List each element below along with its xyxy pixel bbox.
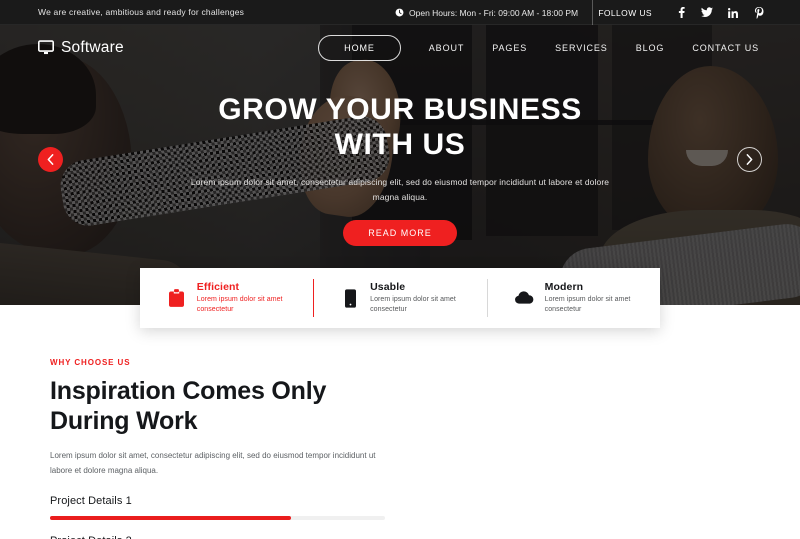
feature-cards-panel: Efficient Lorem ipsum dolor sit amet con… xyxy=(140,268,660,328)
section-eyebrow: WHY CHOOSE US xyxy=(50,358,131,367)
carousel-next-button[interactable] xyxy=(737,147,762,172)
heading-line1: Inspiration Comes Only xyxy=(50,377,327,405)
tagline-text: We are creative, ambitious and ready for… xyxy=(38,7,245,17)
feature-desc: Lorem ipsum dolor sit amet consectetur xyxy=(370,295,456,313)
progress-item-1: Project Details 1 xyxy=(50,495,390,520)
nav-menu: HOME ABOUT PAGES SERVICES BLOG CONTACT U… xyxy=(318,25,773,70)
clipboard-icon xyxy=(168,289,186,307)
topbar-divider xyxy=(592,0,593,25)
progress-item-2: Project Details 2 xyxy=(50,535,390,539)
feature-title: Efficient xyxy=(196,280,240,293)
nav-item-blog[interactable]: BLOG xyxy=(622,43,679,53)
progress-track xyxy=(50,515,385,520)
follow-us-label: FOLLOW US xyxy=(598,7,652,18)
main-navbar: Software HOME ABOUT PAGES SERVICES BLOG … xyxy=(0,25,800,70)
chevron-right-icon xyxy=(746,154,753,165)
linkedin-icon[interactable] xyxy=(720,7,746,18)
progress-label: Project Details 2 xyxy=(50,535,390,539)
monitor-icon xyxy=(38,40,54,55)
pinterest-icon[interactable] xyxy=(746,6,772,19)
mobile-icon xyxy=(341,288,359,308)
clock-icon xyxy=(395,8,404,17)
feature-title: Usable xyxy=(370,280,406,293)
nav-item-about[interactable]: ABOUT xyxy=(415,43,479,53)
chevron-left-icon xyxy=(47,154,54,165)
social-group: FOLLOW US xyxy=(598,0,772,25)
why-choose-section: WHY CHOOSE US Inspiration Comes Only Dur… xyxy=(0,305,800,539)
brand-name: Software xyxy=(61,38,124,56)
carousel-prev-button[interactable] xyxy=(38,147,63,172)
hero-title-line2: WITH US xyxy=(334,128,466,162)
nav-item-contact-us[interactable]: CONTACT US xyxy=(678,43,773,53)
nav-item-services[interactable]: SERVICES xyxy=(541,43,622,53)
nav-item-home[interactable]: HOME xyxy=(318,34,401,61)
feature-desc: Lorem ipsum dolor sit amet consectetur xyxy=(544,295,631,313)
feature-card-efficient[interactable]: Efficient Lorem ipsum dolor sit amet con… xyxy=(140,268,313,328)
heading-line2: During Work xyxy=(50,407,198,435)
facebook-icon[interactable] xyxy=(668,7,694,18)
nav-item-pages[interactable]: PAGES xyxy=(478,43,541,53)
progress-fill xyxy=(50,515,292,520)
feature-title: Modern xyxy=(544,280,584,293)
section-paragraph: Lorem ipsum dolor sit amet, consectetur … xyxy=(50,451,376,475)
hero-title: GROW YOUR BUSINESS WITH US xyxy=(120,92,680,162)
open-hours-text: Open Hours: Mon - Fri: 09:00 AM - 18:00 … xyxy=(409,7,579,18)
read-more-button[interactable]: READ MORE xyxy=(343,219,457,246)
page-title: Inspiration Comes Only During Work xyxy=(50,376,390,436)
cloud-icon xyxy=(514,291,534,305)
progress-label: Project Details 1 xyxy=(50,494,132,507)
hero-title-line1: GROW YOUR BUSINESS xyxy=(218,93,582,126)
feature-card-usable[interactable]: Usable Lorem ipsum dolor sit amet consec… xyxy=(313,268,486,328)
feature-card-modern[interactable]: Modern Lorem ipsum dolor sit amet consec… xyxy=(486,268,660,328)
why-choose-text-column: WHY CHOOSE US Inspiration Comes Only Dur… xyxy=(50,358,390,539)
top-bar: We are creative, ambitious and ready for… xyxy=(0,0,800,25)
twitter-icon[interactable] xyxy=(694,7,720,18)
feature-desc: Lorem ipsum dolor sit amet consectetur xyxy=(196,295,283,313)
page-root: We are creative, ambitious and ready for… xyxy=(0,0,800,539)
hero-subtitle: Lorem ipsum dolor sit amet, consectetur … xyxy=(190,177,610,203)
brand-logo[interactable]: Software xyxy=(38,25,124,70)
open-hours: Open Hours: Mon - Fri: 09:00 AM - 18:00 … xyxy=(395,0,578,25)
